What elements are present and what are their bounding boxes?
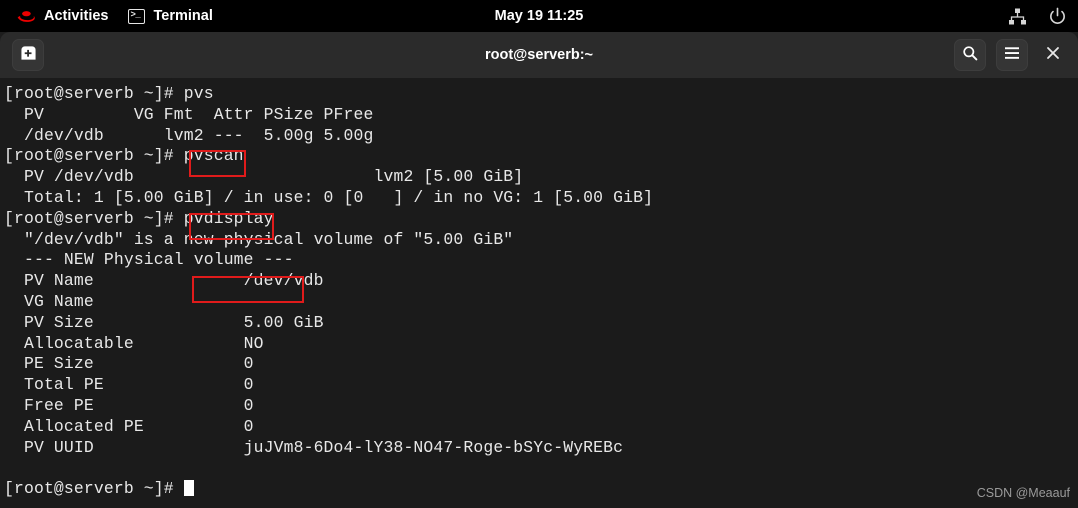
close-button[interactable]: [1038, 40, 1068, 70]
window-controls[interactable]: [954, 39, 1068, 71]
terminal-prompt-line: [root@serverb ~]#: [4, 479, 184, 499]
terminal-line: Free PE 0: [4, 395, 254, 415]
app-menu-terminal[interactable]: Terminal: [118, 0, 222, 32]
terminal-line: [root@serverb ~]# pvs: [4, 84, 214, 103]
terminal-line: PE Size 0: [4, 354, 254, 374]
hamburger-menu-icon: [1004, 46, 1020, 65]
terminal-line: PV Name /dev/vdb: [4, 271, 324, 291]
terminal-cursor: [183, 480, 194, 497]
app-menu-label: Terminal: [153, 8, 213, 24]
terminal-line: PV /dev/vdb lvm2 [5.00 GiB]: [4, 167, 524, 187]
new-terminal-button[interactable]: [12, 39, 44, 71]
terminal-line: PV VG Fmt Attr PSize PFree: [4, 104, 374, 124]
search-button[interactable]: [954, 39, 986, 71]
top-bar-left-group: Activities Terminal: [0, 0, 223, 32]
terminal-line: PV Size 5.00 GiB: [4, 312, 324, 332]
menu-button[interactable]: [996, 39, 1028, 71]
terminal-line: [root@serverb ~]# pvscan: [4, 146, 244, 166]
terminal-icon: [128, 8, 146, 24]
terminal-line: /dev/vdb lvm2 --- 5.00g 5.00g: [4, 125, 374, 145]
terminal-output[interactable]: [root@serverb ~]# pvs PV VG Fmt Attr PSi…: [4, 84, 1078, 500]
terminal-screen[interactable]: [root@serverb ~]# pvs PV VG Fmt Attr PSi…: [0, 78, 1078, 508]
redhat-logo-icon: [16, 8, 36, 24]
terminal-line: --- NEW Physical volume ---: [4, 250, 294, 270]
window-title-bar[interactable]: root@serverb:~: [0, 32, 1078, 78]
close-icon: [1046, 45, 1060, 65]
terminal-line: "/dev/vdb" is a new physical volume of "…: [4, 229, 514, 249]
search-icon: [962, 45, 978, 66]
watermark: CSDN @Meaauf: [976, 486, 1070, 500]
new-terminal-icon: [20, 45, 37, 66]
terminal-line: Total PE 0: [4, 375, 254, 395]
terminal-line: Total: 1 [5.00 GiB] / in use: 0 [0 ] / i…: [4, 187, 654, 207]
system-status-area[interactable]: [1006, 0, 1068, 32]
terminal-line: [root@serverb ~]# pvdisplay: [4, 208, 274, 228]
activities-label: Activities: [44, 8, 109, 24]
power-icon[interactable]: [1046, 5, 1068, 27]
terminal-line: Allocated PE 0: [4, 416, 254, 436]
activities-button[interactable]: Activities: [0, 0, 118, 32]
terminal-window: root@serverb:~ [root@serverb ~]# pvs PV …: [0, 32, 1078, 508]
gnome-top-bar: Activities Terminal May 19 11:25: [0, 0, 1078, 32]
window-title: root@serverb:~: [484, 47, 594, 63]
terminal-line: VG Name: [4, 291, 244, 311]
network-wired-icon[interactable]: [1006, 5, 1028, 27]
terminal-line: PV UUID juJVm8-6Do4-lY38-NO47-Roge-bSYc-…: [4, 437, 624, 457]
terminal-line: Allocatable NO: [4, 333, 264, 353]
